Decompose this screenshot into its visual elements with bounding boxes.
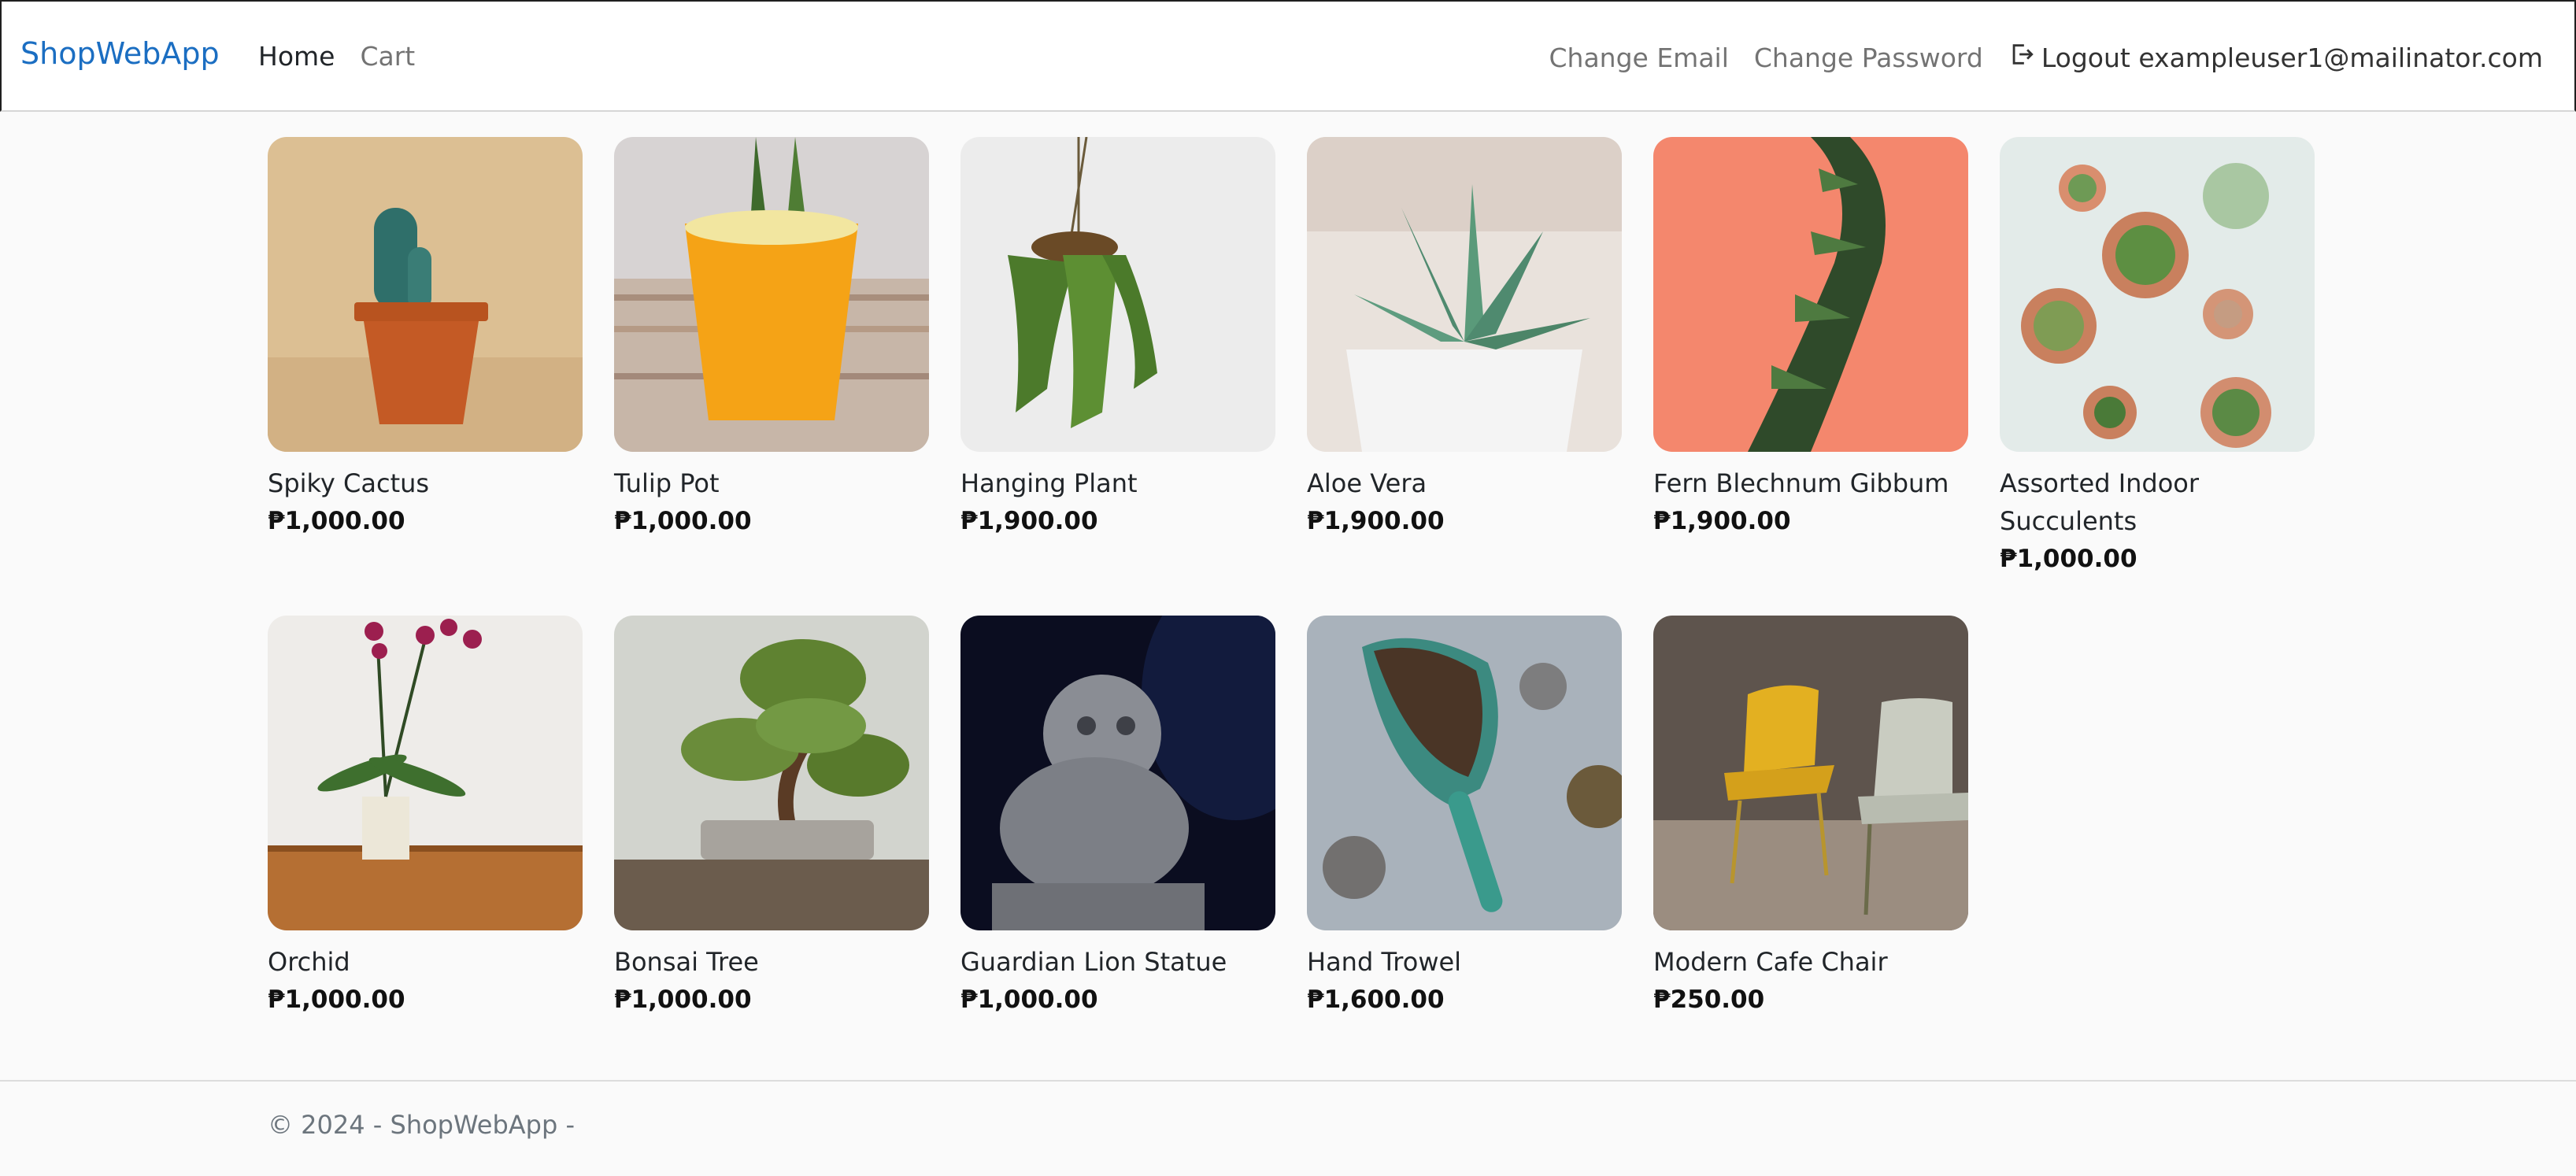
product-card[interactable]: Tulip Pot ₱1,000.00: [614, 137, 929, 540]
product-name[interactable]: Guardian Lion Statue: [960, 943, 1275, 981]
product-name[interactable]: Assorted Indoor Succulents: [2000, 464, 2315, 540]
product-card[interactable]: Hanging Plant ₱1,900.00: [960, 137, 1275, 540]
product-price: ₱1,000.00: [614, 986, 752, 1014]
product-price: ₱1,000.00: [268, 507, 405, 535]
hanging-plant-icon[interactable]: [960, 137, 1275, 452]
product-price: ₱1,000.00: [960, 986, 1098, 1014]
product-price: ₱1,600.00: [1307, 986, 1445, 1014]
chair-icon[interactable]: [1653, 616, 1968, 930]
product-card[interactable]: Fern Blechnum Gibbum ₱1,900.00: [1653, 137, 1968, 540]
product-card[interactable]: Assorted Indoor Succulents ₱1,000.00: [2000, 137, 2315, 578]
product-card[interactable]: Guardian Lion Statue ₱1,000.00: [960, 616, 1275, 1019]
product-card[interactable]: Aloe Vera ₱1,900.00: [1307, 137, 1622, 540]
product-card[interactable]: Hand Trowel ₱1,600.00: [1307, 616, 1622, 1019]
product-name[interactable]: Modern Cafe Chair: [1653, 943, 1968, 981]
product-name[interactable]: Tulip Pot: [614, 464, 929, 502]
product-card[interactable]: Spiky Cactus ₱1,000.00: [268, 137, 583, 540]
change-password-link[interactable]: Change Password: [1754, 43, 1983, 73]
nav-home-link[interactable]: Home: [258, 41, 335, 72]
fern-icon[interactable]: [1653, 137, 1968, 452]
product-card[interactable]: Modern Cafe Chair ₱250.00: [1653, 616, 1968, 1019]
brand-link[interactable]: ShopWebApp: [20, 36, 220, 71]
product-name[interactable]: Spiky Cactus: [268, 464, 583, 502]
bonsai-icon[interactable]: [614, 616, 929, 930]
product-name[interactable]: Hanging Plant: [960, 464, 1275, 502]
product-name[interactable]: Orchid: [268, 943, 583, 981]
logout-icon: [2008, 41, 2035, 74]
footer-divider: [0, 1080, 2576, 1082]
product-name[interactable]: Bonsai Tree: [614, 943, 929, 981]
logout-label: Logout exampleuser1@mailinator.com: [2041, 42, 2543, 73]
product-price: ₱1,000.00: [2000, 545, 2137, 573]
product-price: ₱1,000.00: [268, 986, 405, 1014]
lion-statue-icon[interactable]: [960, 616, 1275, 930]
product-name[interactable]: Fern Blechnum Gibbum: [1653, 464, 1968, 502]
product-price: ₱1,000.00: [614, 507, 752, 535]
product-name[interactable]: Hand Trowel: [1307, 943, 1622, 981]
logout-button[interactable]: Logout exampleuser1@mailinator.com: [2008, 41, 2543, 74]
top-navbar: ShopWebApp Home Cart Change Email Change…: [0, 0, 2576, 112]
nav-cart-link[interactable]: Cart: [360, 41, 415, 72]
trowel-icon[interactable]: [1307, 616, 1622, 930]
product-name[interactable]: Aloe Vera: [1307, 464, 1622, 502]
product-card[interactable]: Orchid ₱1,000.00: [268, 616, 583, 1019]
orchid-icon[interactable]: [268, 616, 583, 930]
tulip-pot-icon[interactable]: [614, 137, 929, 452]
footer-text: © 2024 - ShopWebApp -: [268, 1110, 575, 1140]
product-card[interactable]: Bonsai Tree ₱1,000.00: [614, 616, 929, 1019]
cactus-icon[interactable]: [268, 137, 583, 452]
product-price: ₱250.00: [1653, 986, 1765, 1014]
aloe-icon[interactable]: [1307, 137, 1622, 452]
product-price: ₱1,900.00: [960, 507, 1098, 535]
succulents-icon[interactable]: [2000, 137, 2315, 452]
change-email-link[interactable]: Change Email: [1549, 43, 1728, 73]
product-price: ₱1,900.00: [1653, 507, 1791, 535]
main-nav: Home Cart: [258, 41, 415, 72]
account-nav: Change Email Change Password Logout exam…: [1549, 41, 2543, 74]
product-price: ₱1,900.00: [1307, 507, 1445, 535]
